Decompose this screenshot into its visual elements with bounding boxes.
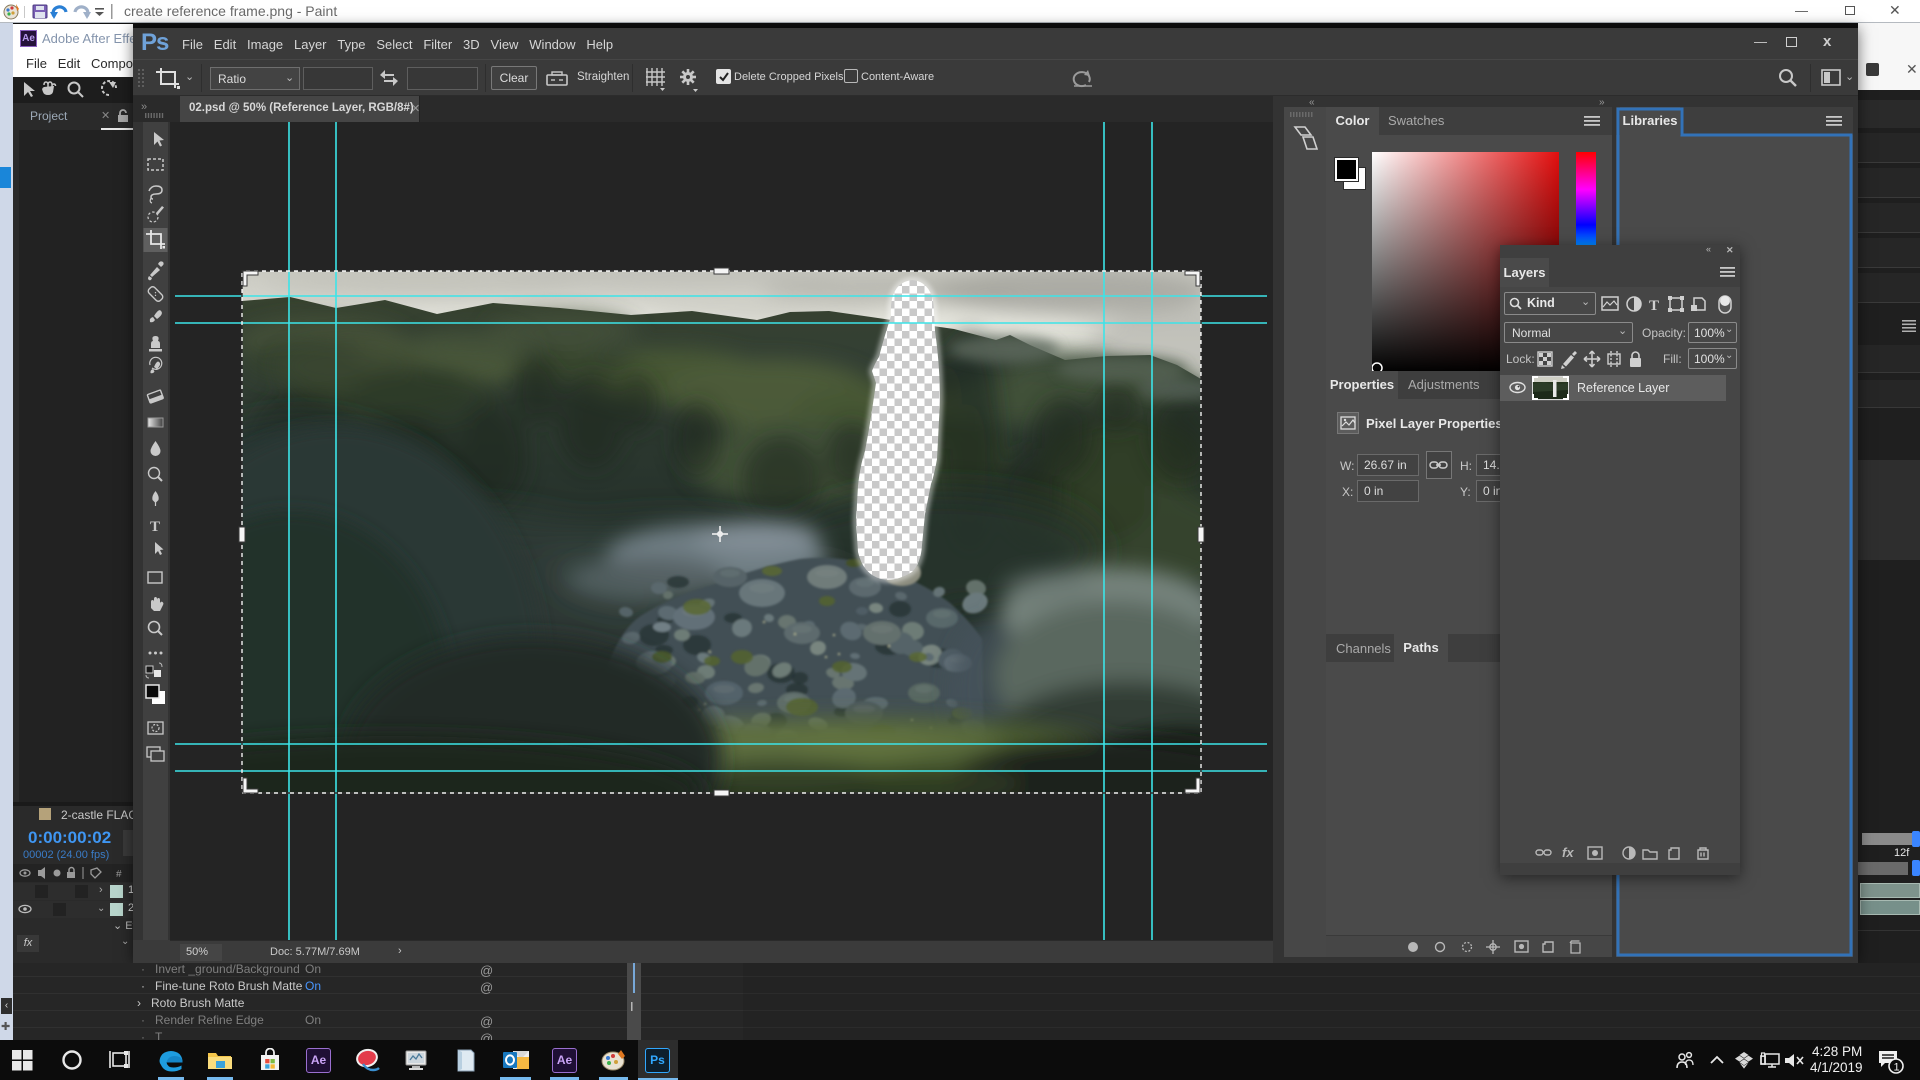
svg-text:#: # [116, 869, 122, 880]
svg-text:T: T [1649, 298, 1659, 314]
svg-text:T: T [150, 519, 160, 535]
svg-text:fx: fx [1562, 845, 1574, 860]
svg-text:1: 1 [1894, 1062, 1900, 1074]
